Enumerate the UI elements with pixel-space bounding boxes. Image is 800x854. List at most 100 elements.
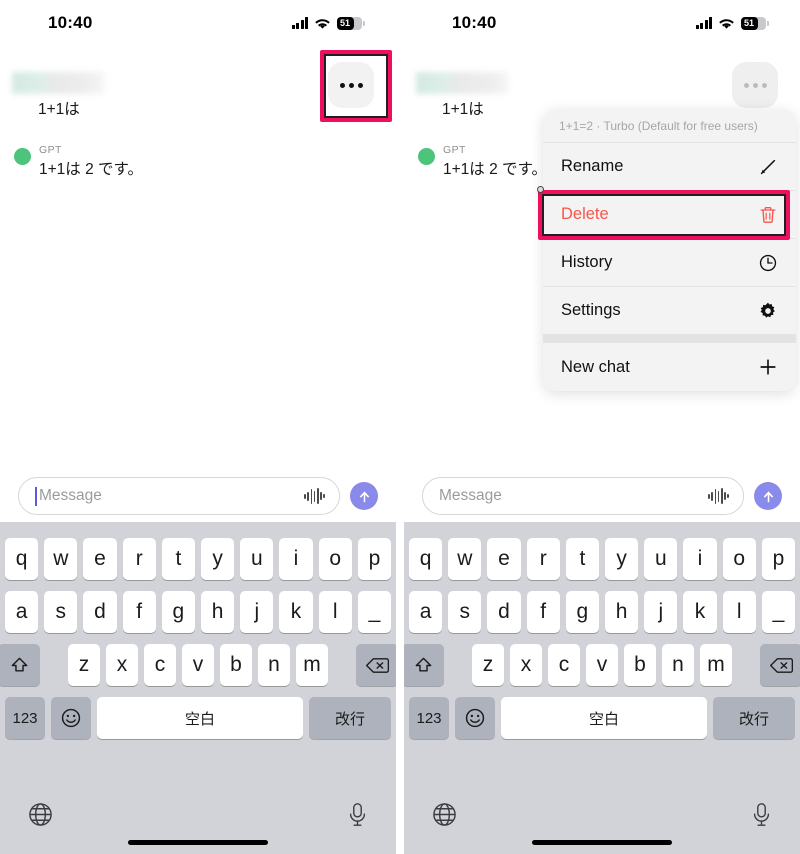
key-m[interactable]: m <box>296 644 328 686</box>
return-key[interactable]: 改行 <box>713 697 795 739</box>
key-f[interactable]: f <box>122 591 156 633</box>
onscreen-keyboard: q w e r t y u i o p a s d f g h j k l _ … <box>0 522 396 854</box>
key-r[interactable]: r <box>122 538 156 580</box>
dictation-key[interactable] <box>751 802 772 833</box>
more-horizontal-icon <box>743 82 749 88</box>
assistant-message: 1+1は 2 です。 <box>443 161 547 178</box>
key-p[interactable]: p <box>357 538 392 580</box>
key-g[interactable]: g <box>565 591 599 633</box>
key-l[interactable]: l <box>318 591 352 633</box>
key-b[interactable]: b <box>624 644 656 686</box>
return-key[interactable]: 改行 <box>309 697 391 739</box>
backspace-icon <box>769 657 793 673</box>
key-w[interactable]: w <box>448 538 482 580</box>
backspace-key[interactable] <box>760 644 800 686</box>
key-a[interactable]: a <box>4 591 39 633</box>
key-k[interactable]: k <box>279 591 313 633</box>
key-z[interactable]: z <box>68 644 100 686</box>
key-b[interactable]: b <box>220 644 252 686</box>
keyboard-row-4: 123 空白 改行 <box>0 697 396 739</box>
key-s[interactable]: s <box>44 591 78 633</box>
key-l[interactable]: l <box>722 591 756 633</box>
menu-item-rename[interactable]: Rename <box>543 143 796 191</box>
waveform-icon[interactable] <box>304 488 325 504</box>
key-j[interactable]: j <box>240 591 274 633</box>
key-y[interactable]: y <box>201 538 235 580</box>
composer-bar-right: Message <box>404 470 800 522</box>
key-i[interactable]: i <box>279 538 313 580</box>
key-g[interactable]: g <box>161 591 195 633</box>
key-u[interactable]: u <box>644 538 678 580</box>
key-o[interactable]: o <box>318 538 352 580</box>
key-n[interactable]: n <box>258 644 290 686</box>
key-e[interactable]: e <box>487 538 521 580</box>
shift-key[interactable] <box>0 644 40 686</box>
key-t[interactable]: t <box>161 538 195 580</box>
key-e[interactable]: e <box>83 538 117 580</box>
key-q[interactable]: q <box>4 538 39 580</box>
smiley-icon <box>465 708 485 728</box>
more-options-button[interactable] <box>732 62 778 108</box>
menu-item-label: Settings <box>561 301 621 319</box>
key-m[interactable]: m <box>700 644 732 686</box>
key-o[interactable]: o <box>722 538 756 580</box>
key-i[interactable]: i <box>683 538 717 580</box>
key-underscore[interactable]: _ <box>357 591 392 633</box>
key-x[interactable]: x <box>106 644 138 686</box>
emoji-key[interactable] <box>455 697 495 739</box>
key-c[interactable]: c <box>548 644 580 686</box>
menu-item-new-chat[interactable]: New chat <box>543 343 796 391</box>
keyboard-row-1: q w e r t y u i o p <box>404 538 800 580</box>
status-bar-right: 10:40 51 <box>404 0 800 46</box>
space-key[interactable]: 空白 <box>97 697 303 739</box>
key-t[interactable]: t <box>565 538 599 580</box>
key-p[interactable]: p <box>761 538 796 580</box>
key-d[interactable]: d <box>83 591 117 633</box>
key-z[interactable]: z <box>472 644 504 686</box>
key-a[interactable]: a <box>408 591 443 633</box>
key-h[interactable]: h <box>201 591 235 633</box>
key-h[interactable]: h <box>605 591 639 633</box>
shift-key[interactable] <box>404 644 444 686</box>
key-v[interactable]: v <box>586 644 618 686</box>
key-n[interactable]: n <box>662 644 694 686</box>
key-f[interactable]: f <box>526 591 560 633</box>
key-w[interactable]: w <box>44 538 78 580</box>
key-underscore[interactable]: _ <box>761 591 796 633</box>
status-icons: 51 <box>291 16 365 30</box>
send-button[interactable] <box>754 482 782 510</box>
numbers-key[interactable]: 123 <box>409 697 449 739</box>
send-button[interactable] <box>350 482 378 510</box>
key-r[interactable]: r <box>526 538 560 580</box>
emoji-key[interactable] <box>51 697 91 739</box>
menu-item-history[interactable]: History <box>543 239 796 287</box>
cellular-signal-icon <box>695 17 712 29</box>
numbers-key[interactable]: 123 <box>5 697 45 739</box>
menu-item-settings[interactable]: Settings <box>543 287 796 335</box>
key-x[interactable]: x <box>510 644 542 686</box>
key-u[interactable]: u <box>240 538 274 580</box>
status-icons-right: 51 <box>695 16 769 30</box>
key-c[interactable]: c <box>144 644 176 686</box>
key-k[interactable]: k <box>683 591 717 633</box>
dictation-key[interactable] <box>347 802 368 833</box>
message-input[interactable]: Message <box>422 477 744 515</box>
globe-key[interactable] <box>432 802 457 832</box>
message-input[interactable]: Message <box>18 477 340 515</box>
key-d[interactable]: d <box>487 591 521 633</box>
smiley-icon <box>61 708 81 728</box>
key-j[interactable]: j <box>644 591 678 633</box>
key-v[interactable]: v <box>182 644 214 686</box>
arrow-up-icon <box>359 490 369 502</box>
key-y[interactable]: y <box>605 538 639 580</box>
globe-icon <box>29 803 52 826</box>
key-q[interactable]: q <box>408 538 443 580</box>
keyboard-row-2: a s d f g h j k l _ <box>404 591 800 633</box>
key-s[interactable]: s <box>448 591 482 633</box>
backspace-key[interactable] <box>356 644 396 686</box>
space-key[interactable]: 空白 <box>501 697 707 739</box>
highlight-box-delete-item <box>538 190 790 240</box>
highlight-box-more-button <box>320 50 392 122</box>
globe-key[interactable] <box>28 802 53 832</box>
waveform-icon[interactable] <box>708 488 729 504</box>
